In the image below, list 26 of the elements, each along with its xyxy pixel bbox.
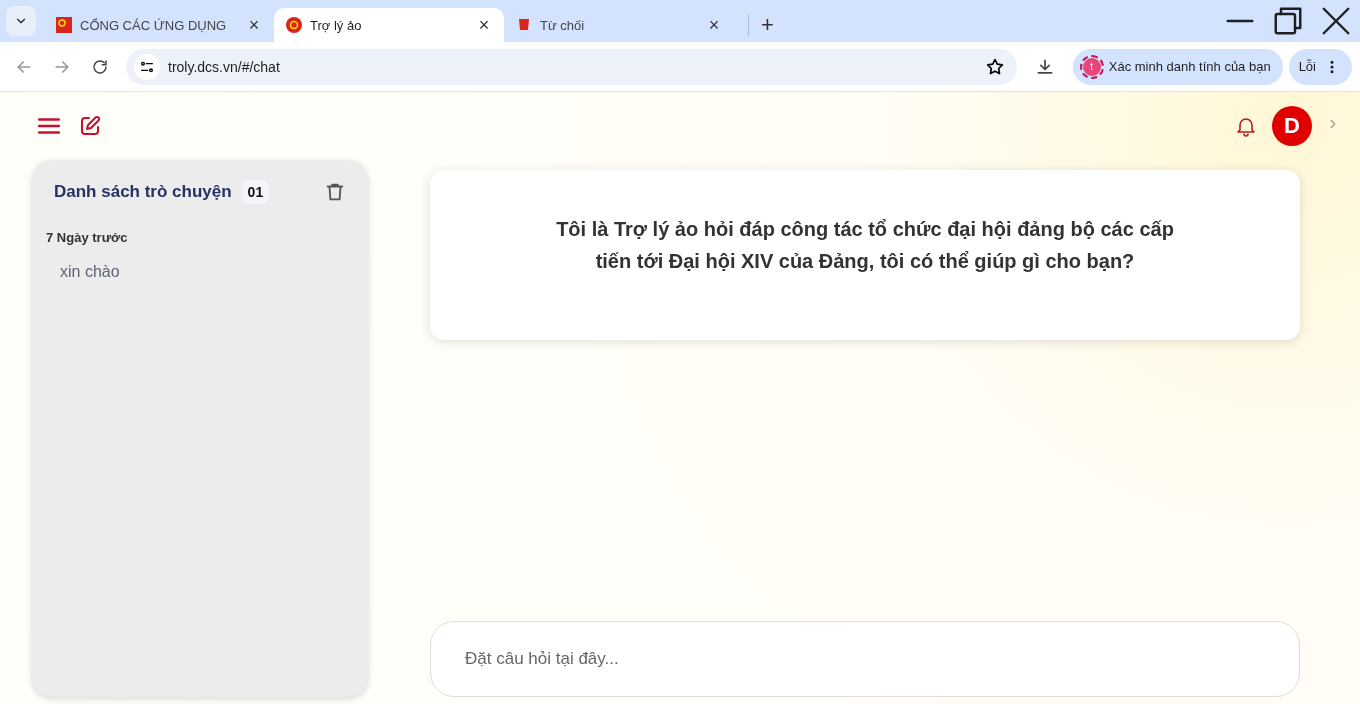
new-tab-button[interactable]: + <box>748 14 774 36</box>
browser-tab[interactable]: CỔNG CÁC ỨNG DỤNG × <box>44 8 274 42</box>
close-icon[interactable]: × <box>706 14 722 36</box>
user-avatar[interactable]: D <box>1272 106 1312 146</box>
url-text: troly.dcs.vn/#/chat <box>168 58 281 75</box>
close-icon[interactable]: × <box>476 14 492 36</box>
browser-tab[interactable]: Trợ lý ảo × <box>274 8 504 42</box>
flag-icon <box>516 17 532 33</box>
trash-icon[interactable] <box>324 181 346 203</box>
flag-icon <box>56 17 72 33</box>
browser-tab[interactable]: Từ chối × <box>504 8 734 42</box>
edit-icon[interactable] <box>78 114 102 138</box>
welcome-message: Tôi là Trợ lý ảo hỏi đáp công tác tổ chức đại hội đảng bộ các cấp tiến tới Đại hội XIV của Đảng, tôi có thể giúp gì cho bạn? <box>555 217 1175 274</box>
error-button[interactable]: Lỗi <box>1288 48 1352 85</box>
question-input[interactable]: Đặt câu hỏi tại đây... <box>430 621 1300 697</box>
reload-icon[interactable] <box>91 57 109 76</box>
chat-item[interactable]: xin chào <box>46 253 354 291</box>
panel-title: Danh sách trò chuyện <box>54 182 232 202</box>
address-bar[interactable]: troly.dcs.vn/#/chat <box>126 48 1017 85</box>
star-icon[interactable] <box>984 56 1005 77</box>
chat-count: 01 <box>241 180 270 204</box>
emblem-icon <box>286 17 302 33</box>
profile-avatar: t <box>1082 57 1101 76</box>
date-group-label: 7 Ngày trước <box>46 230 129 245</box>
profile-button[interactable]: t Xác minh danh tính của bạn <box>1072 48 1283 85</box>
close-icon[interactable]: × <box>246 14 262 36</box>
